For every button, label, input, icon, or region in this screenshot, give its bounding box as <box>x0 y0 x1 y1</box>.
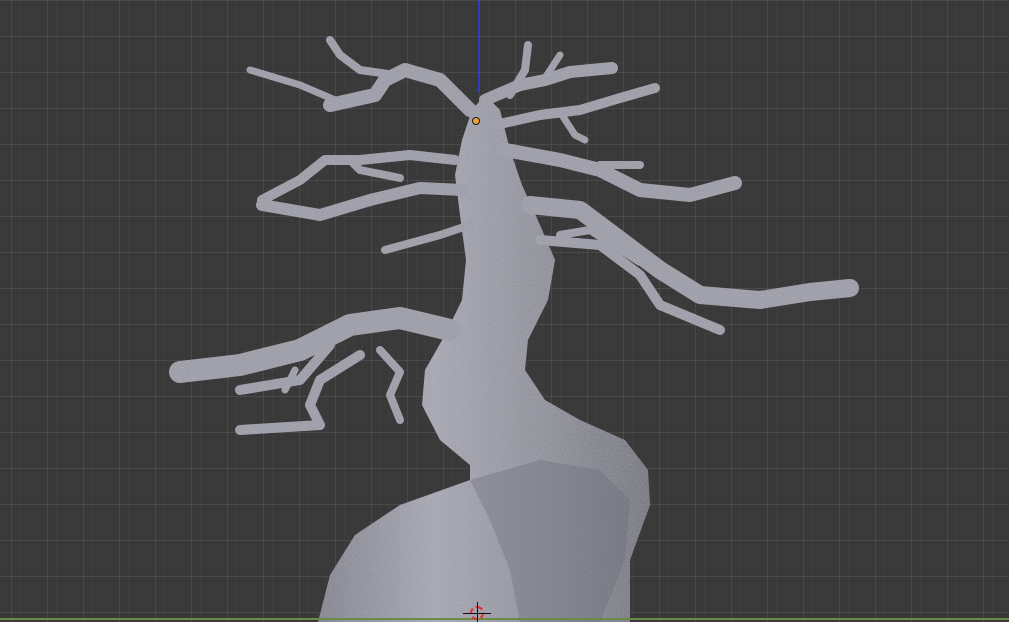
3d-viewport[interactable] <box>0 0 1009 622</box>
branch <box>376 346 404 424</box>
3d-cursor-icon[interactable] <box>463 602 493 622</box>
branch <box>323 63 477 117</box>
cursor-crosshair-v <box>477 602 478 622</box>
branch <box>246 66 339 104</box>
branch <box>490 83 660 130</box>
branch <box>256 182 468 221</box>
branch <box>381 221 474 254</box>
branch <box>281 366 299 394</box>
branch <box>326 36 399 79</box>
object-origin-icon[interactable] <box>472 117 480 125</box>
branch <box>498 143 742 202</box>
branch <box>521 196 859 309</box>
tree-mesh-icon[interactable] <box>0 0 1009 622</box>
ground-line <box>0 618 1009 620</box>
branch <box>556 108 589 144</box>
